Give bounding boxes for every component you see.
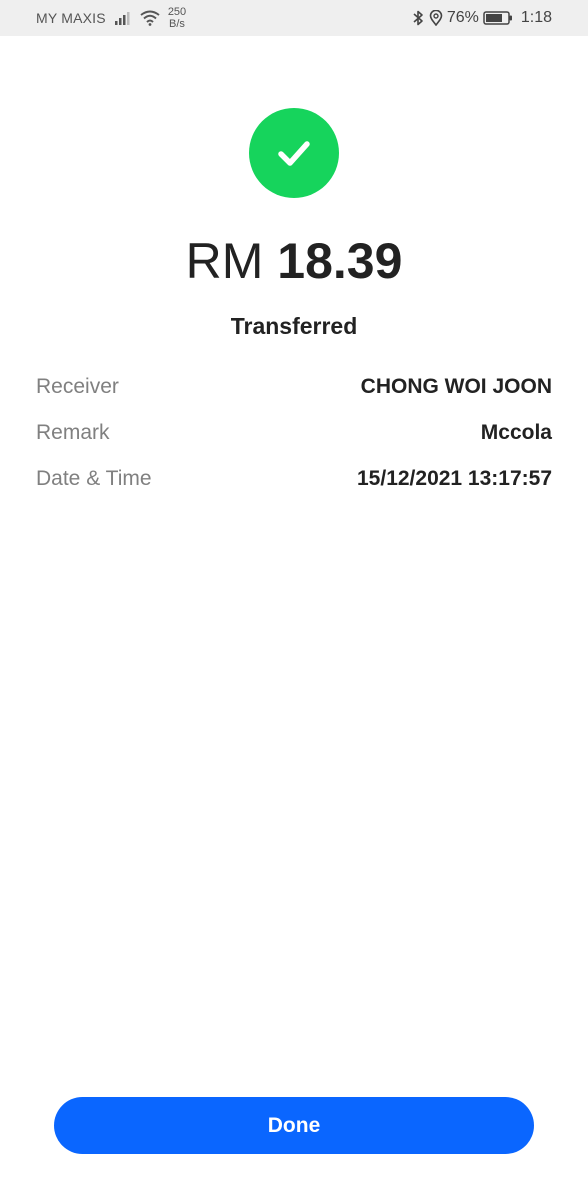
detail-row-receiver: Receiver CHONG WOI JOON bbox=[36, 364, 552, 410]
battery-percent: 76% bbox=[446, 9, 479, 26]
detail-row-datetime: Date & Time 15/12/2021 13:17:57 bbox=[36, 456, 552, 502]
transfer-status: Transferred bbox=[230, 313, 358, 339]
done-button[interactable]: Done bbox=[54, 1097, 534, 1154]
detail-label: Remark bbox=[36, 421, 110, 444]
signal-icon bbox=[114, 12, 130, 25]
detail-value: Mccola bbox=[480, 421, 552, 444]
amount-value: 18.39 bbox=[277, 233, 403, 289]
bluetooth-icon bbox=[413, 10, 423, 26]
detail-label: Date & Time bbox=[36, 467, 152, 490]
detail-value: CHONG WOI JOON bbox=[360, 375, 552, 398]
network-speed-unit: B/s bbox=[169, 18, 185, 30]
status-bar: MY MAXIS 250 B/s 76% 1:18 bbox=[0, 0, 588, 36]
transaction-details: Receiver CHONG WOI JOON Remark Mccola Da… bbox=[36, 364, 552, 502]
battery-icon bbox=[483, 11, 512, 25]
detail-value: 15/12/2021 13:17:57 bbox=[357, 467, 552, 490]
detail-row-remark: Remark Mccola bbox=[36, 410, 552, 456]
location-icon bbox=[429, 10, 443, 26]
clock: 1:18 bbox=[520, 9, 552, 26]
detail-label: Receiver bbox=[36, 375, 119, 398]
transfer-amount: RM 18.39 bbox=[0, 228, 588, 294]
amount-currency: RM bbox=[185, 233, 264, 289]
carrier-name: MY MAXIS bbox=[36, 10, 106, 26]
status-right: 76% 1:18 bbox=[411, 9, 552, 27]
network-speed-value: 250 bbox=[167, 6, 187, 18]
wifi-icon bbox=[140, 10, 160, 26]
status-left: MY MAXIS 250 B/s bbox=[36, 6, 186, 30]
check-icon bbox=[278, 141, 310, 166]
network-speed: 250 B/s bbox=[168, 6, 186, 30]
success-badge bbox=[249, 108, 339, 198]
